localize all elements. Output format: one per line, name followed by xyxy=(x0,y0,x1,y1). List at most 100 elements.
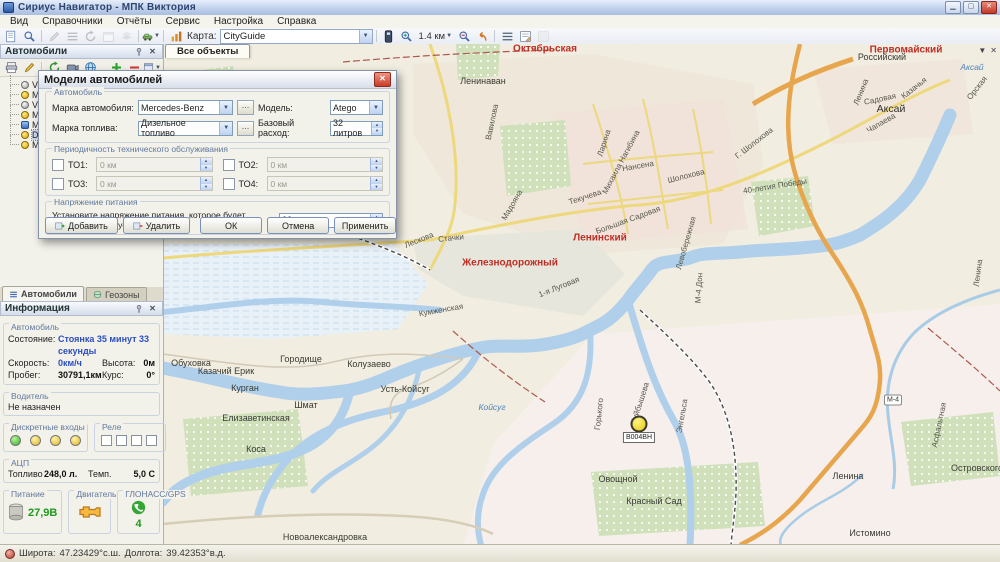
group-caption: Дискретные входы xyxy=(9,423,87,432)
discrete-input-led xyxy=(50,435,61,446)
delete-button[interactable]: Удалить xyxy=(123,217,190,234)
map-label: Аксай xyxy=(960,62,983,72)
relay-checkbox[interactable] xyxy=(116,435,127,446)
model-combo[interactable]: Atego ▼ xyxy=(330,100,383,115)
brand-combo[interactable]: Mercedes-Benz ▼ xyxy=(138,100,233,115)
relay-group: Реле xyxy=(94,423,166,452)
edit-vehicle-icon[interactable] xyxy=(20,60,38,75)
menu-view[interactable]: Вид xyxy=(3,16,35,27)
pin-icon[interactable] xyxy=(133,303,144,314)
maintenance-grid: ТО1:0 км▲▼ТО2:0 км▲▼ТО3:0 км▲▼ТО4:0 км▲▼ xyxy=(52,157,383,191)
vehicle-marker[interactable] xyxy=(631,416,648,433)
brand-more-button[interactable]: … xyxy=(237,100,254,115)
group-caption: Напряжение питания xyxy=(52,197,140,207)
menu-reports[interactable]: Отчёты xyxy=(110,16,159,27)
to-interval-input[interactable]: 0 км▲▼ xyxy=(267,157,384,172)
to1-checkbox[interactable] xyxy=(52,159,64,171)
to2-checkbox[interactable] xyxy=(223,159,235,171)
vehicles-menu-icon[interactable]: ▼ xyxy=(142,29,160,44)
fuel-more-button[interactable]: … xyxy=(237,121,254,136)
zoom-in-icon[interactable] xyxy=(398,29,416,44)
minimize-button[interactable]: ▁ xyxy=(945,1,961,14)
map-editor-icon[interactable] xyxy=(516,29,534,44)
latitude-value: 47.23429°с.ш. xyxy=(60,548,121,559)
close-icon[interactable]: ✕ xyxy=(147,46,158,57)
chevron-down-icon[interactable]: ▼ xyxy=(359,30,372,43)
tab-vehicles[interactable]: Автомобили xyxy=(2,286,84,301)
maximize-button[interactable]: ▢ xyxy=(963,1,979,14)
relay-checkbox[interactable] xyxy=(101,435,112,446)
track-bar-icon[interactable] xyxy=(380,29,398,44)
apply-button[interactable]: Применить xyxy=(334,217,396,234)
to-interval-input[interactable]: 0 км▲▼ xyxy=(96,176,213,191)
state-value: Стоянка 35 минут 33 секунды xyxy=(58,333,155,357)
relay-boxes xyxy=(99,433,161,448)
to-label: ТО3: xyxy=(68,179,92,189)
menu-help[interactable]: Справка xyxy=(270,16,323,27)
toolbar-group-c xyxy=(455,29,552,44)
to-label: ТО1: xyxy=(68,160,92,170)
add-button[interactable]: Добавить xyxy=(45,217,118,234)
pin-icon[interactable] xyxy=(133,46,144,57)
engine-icon xyxy=(75,502,105,525)
main-toolbar: ▼ Карта: CityGuide ▼ 1.4 км ▼ xyxy=(0,28,1000,45)
close-button[interactable]: ✕ xyxy=(981,1,997,14)
fuel-combo[interactable]: Дизельное топливо ▼ xyxy=(138,121,233,136)
delete-button-label: Удалить xyxy=(146,221,180,231)
gps-group: ГЛОНАСС/GPS 4 xyxy=(117,490,160,534)
to-interval-input[interactable]: 0 км▲▼ xyxy=(267,176,384,191)
consumption-input[interactable]: 32 литров ▲▼ xyxy=(330,121,383,136)
print-icon[interactable] xyxy=(2,60,20,75)
menu-service[interactable]: Сервис xyxy=(159,16,207,27)
tab-geozones-label: Геозоны xyxy=(105,290,140,300)
menu-settings[interactable]: Настройка xyxy=(207,16,270,27)
previous-view-icon[interactable] xyxy=(473,29,491,44)
road-shield: М-4 xyxy=(884,395,902,406)
ok-button[interactable]: ОК xyxy=(200,217,262,234)
map-label: Курган xyxy=(231,383,259,393)
objects-panel-icon[interactable] xyxy=(2,29,20,44)
bottom-tabs: Автомобили Геозоны xyxy=(0,287,163,302)
cancel-button[interactable]: Отмена xyxy=(267,217,329,234)
vehicles-tab-icon xyxy=(9,290,18,299)
edit-icon xyxy=(45,29,63,44)
find-on-map-icon[interactable] xyxy=(20,29,38,44)
map-combo[interactable]: CityGuide ▼ xyxy=(220,29,373,44)
map-pane-menu-icon[interactable]: ▼ xyxy=(978,46,986,55)
vehicle-info-group: Автомобиль Состояние: Стоянка 35 минут 3… xyxy=(3,323,160,385)
legend-icon[interactable] xyxy=(498,29,516,44)
spinner-arrows-icon[interactable]: ▲▼ xyxy=(371,122,382,135)
close-icon[interactable]: ✕ xyxy=(147,303,158,314)
connection-status-icon xyxy=(5,549,15,559)
tab-all-objects[interactable]: Все объекты xyxy=(165,44,250,58)
group-caption: Двигатель xyxy=(74,490,118,499)
chevron-down-icon[interactable]: ▼ xyxy=(369,101,382,114)
relay-checkbox[interactable] xyxy=(131,435,142,446)
to3-checkbox[interactable] xyxy=(52,178,64,190)
charts-icon[interactable] xyxy=(167,29,185,44)
fuel-type-label: Марка топлива: xyxy=(52,123,134,133)
model-label: Модель: xyxy=(258,103,326,113)
dialog-close-icon[interactable]: ✕ xyxy=(374,72,391,87)
zoom-out-icon[interactable] xyxy=(455,29,473,44)
relay-checkbox[interactable] xyxy=(146,435,157,446)
map-pane-close-icon[interactable]: ✕ xyxy=(990,46,997,55)
vehicle-icon xyxy=(21,121,29,129)
to-interval-input[interactable]: 0 км▲▼ xyxy=(96,157,213,172)
menu-directories[interactable]: Справочники xyxy=(35,16,110,27)
brand-value: Mercedes-Benz xyxy=(141,103,204,113)
vehicle-icon xyxy=(21,101,29,109)
window-title: Сириус Навигатор - МПК Виктория xyxy=(18,2,196,13)
vehicles-panel-header: Автомобили ✕ xyxy=(0,44,163,59)
scale-select[interactable]: 1.4 км ▼ xyxy=(416,31,456,42)
to4-checkbox[interactable] xyxy=(223,178,235,190)
longitude-value: 39.42353°в.д. xyxy=(166,548,225,559)
tab-geozones[interactable]: Геозоны xyxy=(86,287,147,301)
satellites-count: 4 xyxy=(136,518,142,530)
map-label: Коса xyxy=(246,444,266,454)
map-combo-value: CityGuide xyxy=(224,31,266,42)
chevron-down-icon[interactable]: ▼ xyxy=(219,101,232,114)
map-label: Колузаево xyxy=(347,359,391,369)
group-caption: Водитель xyxy=(9,392,51,401)
chevron-down-icon[interactable]: ▼ xyxy=(219,122,232,135)
